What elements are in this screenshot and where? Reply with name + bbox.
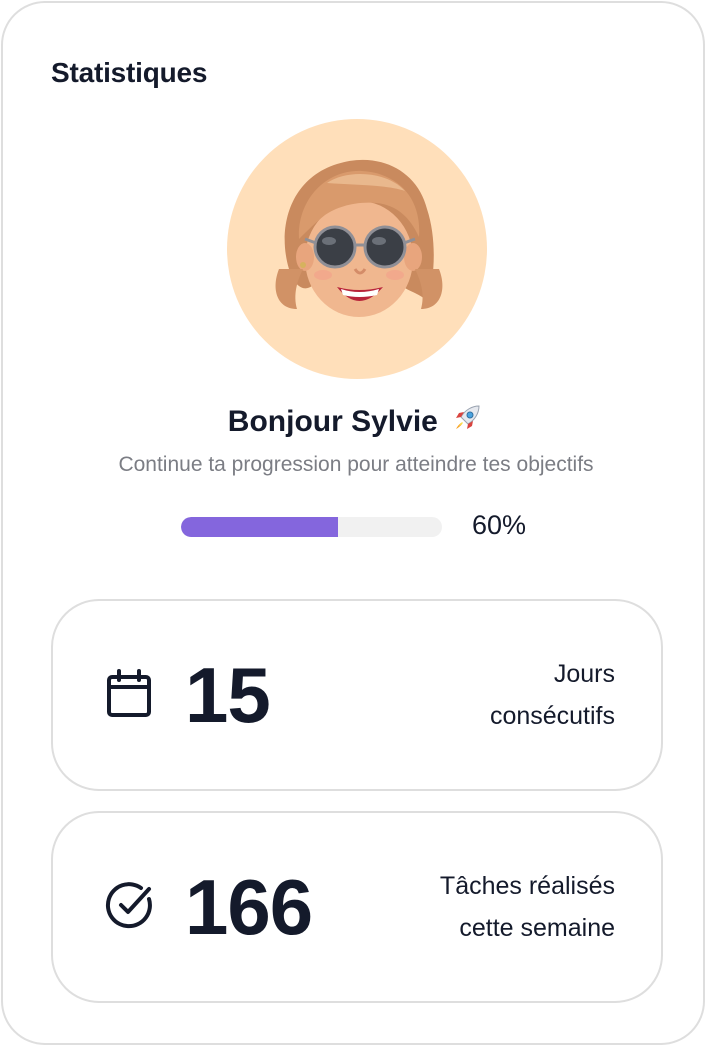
stat-label-line: Tâches réalisés: [439, 872, 615, 900]
progress-bar: [181, 517, 442, 537]
memoji-avatar-image: [275, 159, 443, 317]
progress-bar-fill: [181, 517, 338, 537]
greeting-text: Bonjour Sylvie: [227, 405, 438, 438]
card-title: Statistiques: [51, 57, 208, 88]
stat-card-streak: 15 Jours consécutifs: [51, 599, 663, 791]
greeting-subtitle: Continue ta progression pour atteindre t…: [118, 453, 594, 476]
check-circle-icon: [103, 879, 159, 935]
stat-label-line: cette semaine: [459, 914, 615, 942]
stat-label-line: consécutifs: [489, 702, 615, 730]
stat-card-tasks: 166 Tâches réalisés cette semaine: [51, 811, 663, 1003]
stat-label-streak: Jours consécutifs: [490, 653, 615, 737]
calendar-icon: [103, 667, 159, 723]
greeting-heading: Bonjour Sylvie: [3, 401, 708, 439]
stat-label-tasks: Tâches réalisés cette semaine: [440, 865, 615, 949]
avatar: [227, 119, 487, 379]
stat-value-tasks: 166: [185, 863, 313, 951]
stat-value-streak: 15: [185, 651, 271, 739]
statistics-card: Statistiques Bonjour Sylvie Continue ta …: [1, 1, 705, 1045]
stat-label-line: Jours: [553, 660, 615, 688]
rocket-icon: [450, 401, 484, 435]
progress-percentage: 60%: [472, 510, 527, 540]
